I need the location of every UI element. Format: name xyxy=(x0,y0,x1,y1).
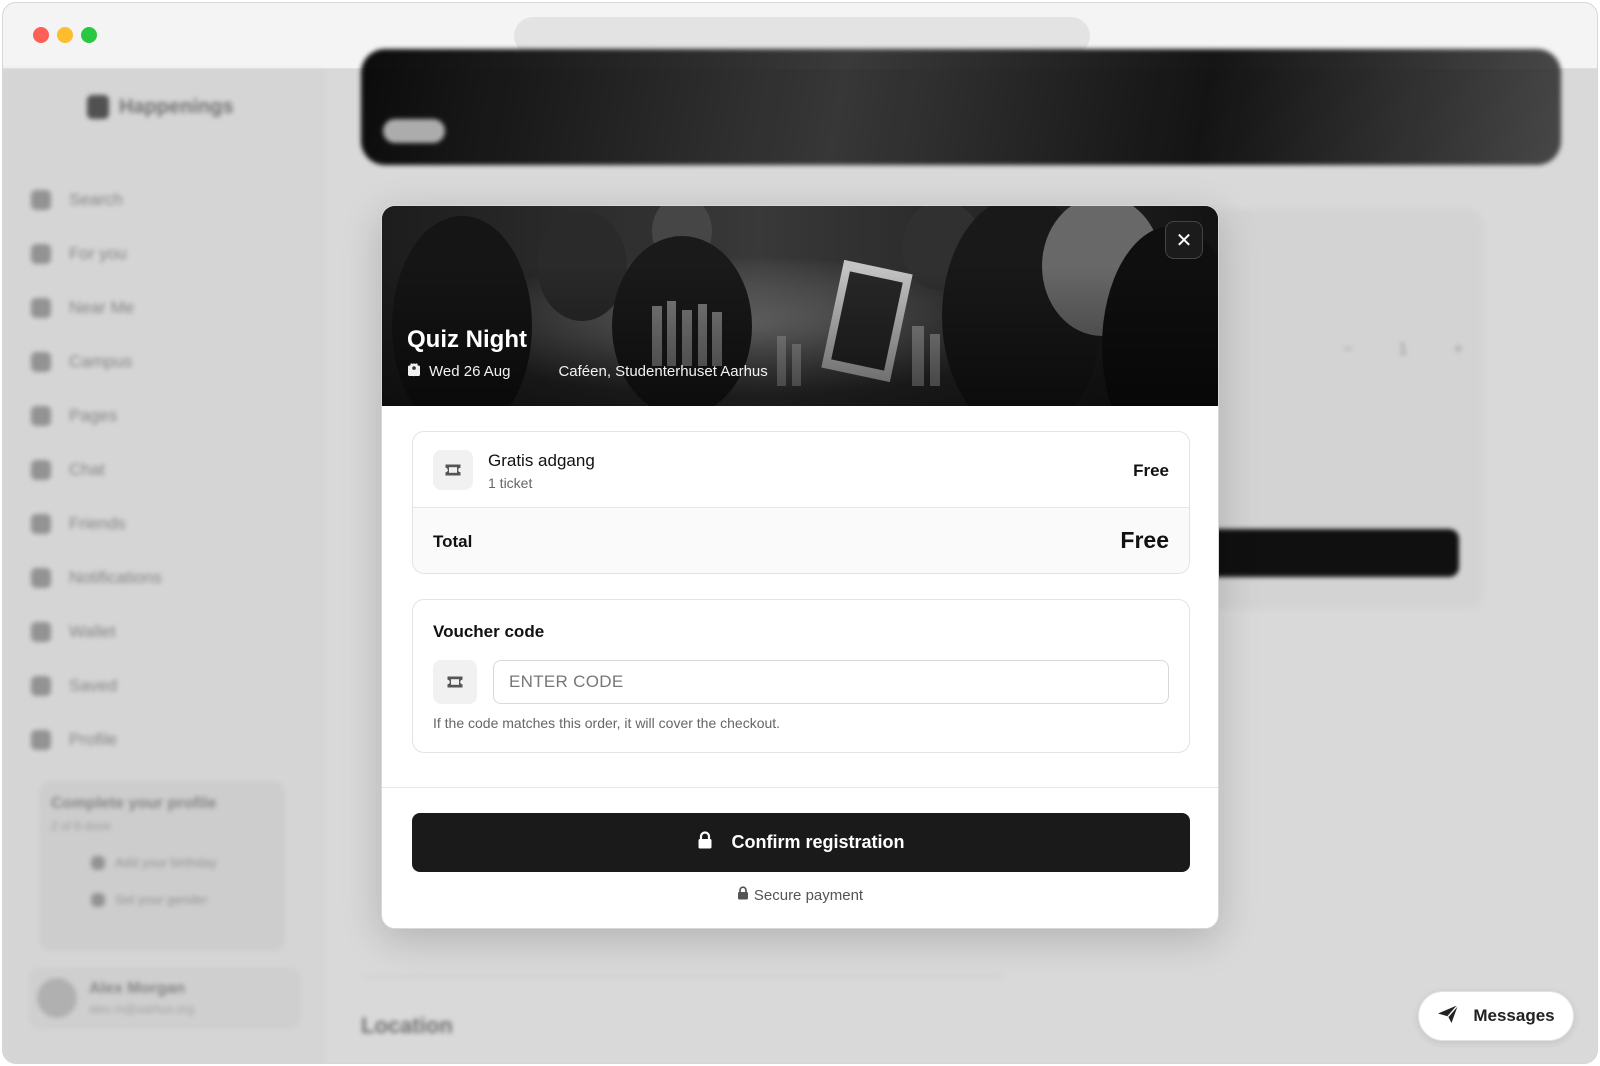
secure-label: Secure payment xyxy=(753,886,864,904)
ticket-quantity: 1 ticket xyxy=(488,475,533,491)
registration-modal: ✕ Quiz Night Wed 26 Aug Caféen, Studente… xyxy=(381,205,1219,929)
maximize-window-button[interactable] xyxy=(81,27,97,43)
divider xyxy=(382,787,1218,788)
ticket-icon xyxy=(433,660,477,704)
messages-button[interactable]: Messages xyxy=(1418,991,1574,1041)
secure-payment-note: Secure payment xyxy=(382,886,1218,904)
minimize-window-button[interactable] xyxy=(57,27,73,43)
order-summary: Gratis adgang 1 ticket Free Total Free xyxy=(412,431,1190,574)
voucher-help-text: If the code matches this order, it will … xyxy=(433,715,781,731)
close-window-button[interactable] xyxy=(33,27,49,43)
total-label: Total xyxy=(433,532,473,551)
total-row: Total Free xyxy=(413,508,1189,573)
event-title: Quiz Night xyxy=(407,326,527,353)
close-button[interactable]: ✕ xyxy=(1165,221,1203,259)
ticket-price: Free xyxy=(1133,461,1169,480)
confirm-registration-button[interactable]: Confirm registration xyxy=(412,813,1190,872)
total-value: Free xyxy=(1120,527,1169,553)
voucher-title: Voucher code xyxy=(433,622,545,641)
lock-icon xyxy=(737,886,749,904)
confirm-label: Confirm registration xyxy=(731,832,905,852)
lock-icon xyxy=(697,831,713,854)
event-hero-image: ✕ Quiz Night Wed 26 Aug Caféen, Studente… xyxy=(382,206,1218,406)
event-meta: Wed 26 Aug Caféen, Studenterhuset Aarhus xyxy=(407,363,768,380)
ticket-name: Gratis adgang xyxy=(488,451,595,470)
messages-label: Messages xyxy=(1473,1006,1555,1025)
event-location: Caféen, Studenterhuset Aarhus xyxy=(558,363,768,380)
event-date: Wed 26 Aug xyxy=(429,363,511,380)
ticket-line: Gratis adgang 1 ticket Free xyxy=(413,432,1189,508)
send-icon xyxy=(1437,1004,1459,1029)
voucher-code-input[interactable] xyxy=(493,660,1169,704)
close-icon: ✕ xyxy=(1175,229,1193,252)
ticket-icon xyxy=(433,450,473,490)
voucher-section: Voucher code If the code matches this or… xyxy=(412,599,1190,753)
map-pin-icon xyxy=(409,363,550,379)
